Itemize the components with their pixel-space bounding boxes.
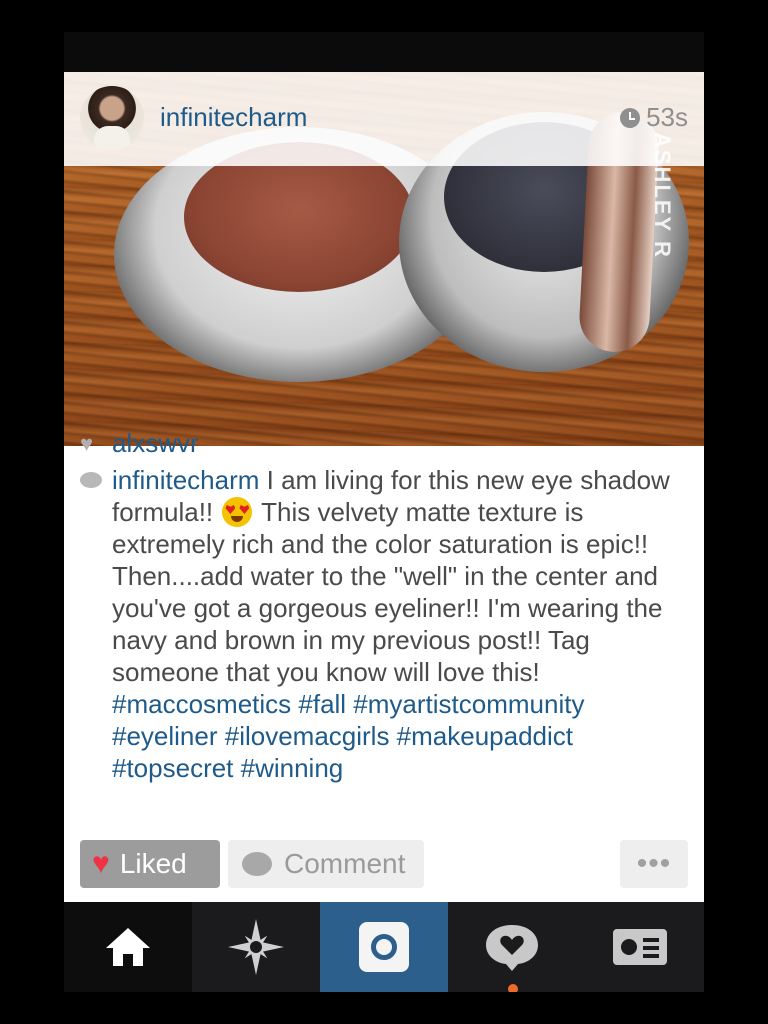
heart-eyes-emoji-icon: [222, 497, 253, 527]
tab-explore[interactable]: [192, 902, 320, 992]
comment-bubble-icon: [80, 472, 102, 488]
post-time-label: 53s: [646, 102, 688, 132]
more-icon: •••: [636, 847, 672, 880]
tab-activity[interactable]: [448, 902, 576, 992]
more-options-button[interactable]: •••: [620, 840, 688, 888]
tab-home[interactable]: [64, 902, 192, 992]
tab-profile[interactable]: [576, 902, 704, 992]
likes-row: ♥ alxswvr: [80, 428, 199, 459]
comment-icon: [242, 852, 272, 876]
explore-icon: [228, 919, 284, 975]
clock-icon: [620, 107, 641, 128]
home-icon: [106, 928, 150, 966]
liked-button[interactable]: ♥ Liked: [80, 840, 220, 888]
caption-username[interactable]: infinitecharm: [112, 465, 259, 495]
comment-button[interactable]: Comment: [228, 840, 424, 888]
tab-camera[interactable]: [320, 902, 448, 992]
post-time: 53s: [620, 102, 688, 133]
comment-label: Comment: [284, 848, 406, 879]
liker-username[interactable]: alxswvr: [112, 428, 199, 459]
status-bar: [64, 32, 704, 72]
camera-icon: [359, 922, 409, 972]
notification-dot: [508, 984, 518, 992]
tab-bar: [64, 902, 704, 992]
post-header: infinitecharm 53s: [64, 72, 704, 166]
activity-icon: [486, 925, 538, 971]
post-username[interactable]: infinitecharm: [160, 102, 307, 133]
liked-label: Liked: [119, 848, 187, 879]
avatar[interactable]: [80, 86, 144, 150]
heart-icon: ♥: [92, 847, 110, 880]
app-screen: ASHLEY R infinitecharm 53s ♥ alxswvr inf…: [64, 32, 704, 992]
profile-icon: [613, 929, 667, 965]
caption-hashtags[interactable]: #maccosmetics #fall #myartistcommunity #…: [112, 689, 584, 783]
heart-icon: ♥: [80, 430, 94, 456]
caption: infinitecharm I am living for this new e…: [112, 464, 692, 784]
